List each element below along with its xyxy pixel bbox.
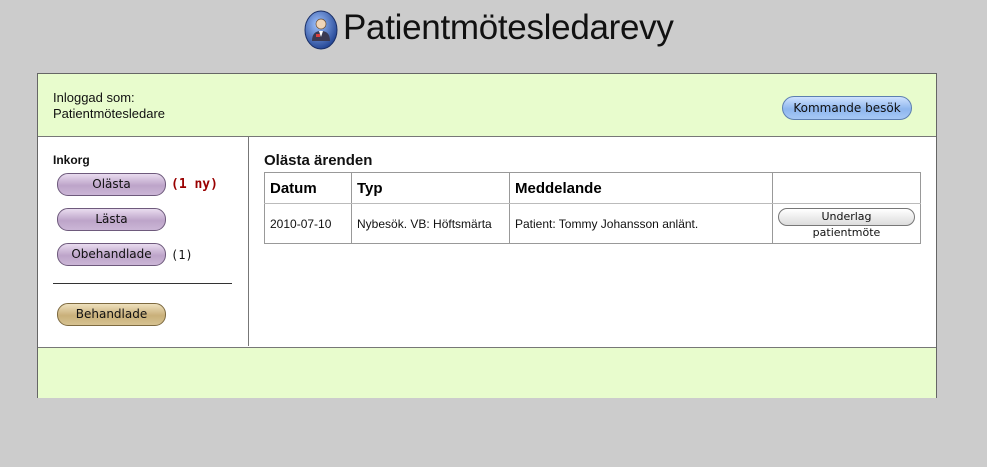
- main-panel: Inloggad som: Patientmötesledare Kommand…: [37, 73, 937, 398]
- unread-new-badge: (1 ny): [171, 177, 218, 192]
- row-action-cell: Underlag patientmöte: [772, 203, 921, 244]
- table-header-row: Datum Typ Meddelande: [264, 172, 921, 204]
- app-title: Patientmötesledarevy: [343, 8, 674, 47]
- sidebar-item-unhandled[interactable]: Obehandlade: [57, 243, 166, 266]
- section-title: Olästa ärenden: [264, 152, 373, 169]
- column-header-message: Meddelande: [509, 172, 773, 204]
- inbox-heading: Inkorg: [53, 153, 90, 167]
- meeting-documentation-button[interactable]: Underlag patientmöte: [778, 208, 915, 239]
- row-type: Nybesök. VB: Höftsmärta: [351, 203, 510, 244]
- unhandled-count-badge: (1): [171, 248, 193, 262]
- row-date: 2010-07-10: [264, 203, 352, 244]
- person-badge-icon: [304, 10, 338, 50]
- cases-table: Datum Typ Meddelande 2010-07-10 Nybesök.…: [264, 172, 921, 244]
- sidebar: Inkorg Olästa (1 ny) Lästa Obehandlade (…: [38, 137, 249, 346]
- sidebar-divider: [53, 283, 232, 284]
- footer-bar: [38, 347, 936, 398]
- upcoming-visits-button[interactable]: Kommande besök: [782, 96, 912, 120]
- row-message: Patient: Tommy Johansson anlänt.: [509, 203, 773, 244]
- sidebar-item-unread[interactable]: Olästa: [57, 173, 166, 196]
- content-area: Olästa ärenden Datum Typ Meddelande 2010…: [249, 137, 936, 346]
- column-header-type: Typ: [351, 172, 510, 204]
- app-header: Patientmötesledarevy: [0, 0, 987, 60]
- table-row: 2010-07-10 Nybesök. VB: Höftsmärta Patie…: [264, 203, 921, 244]
- logged-in-user: Patientmötesledare: [53, 106, 166, 121]
- sidebar-item-read[interactable]: Lästa: [57, 208, 166, 231]
- login-label: Inloggad som:: [53, 90, 135, 105]
- sidebar-item-handled[interactable]: Behandlade: [57, 303, 166, 326]
- column-header-date: Datum: [264, 172, 352, 204]
- column-header-action: [772, 172, 921, 204]
- top-bar: Inloggad som: Patientmötesledare Kommand…: [38, 74, 936, 137]
